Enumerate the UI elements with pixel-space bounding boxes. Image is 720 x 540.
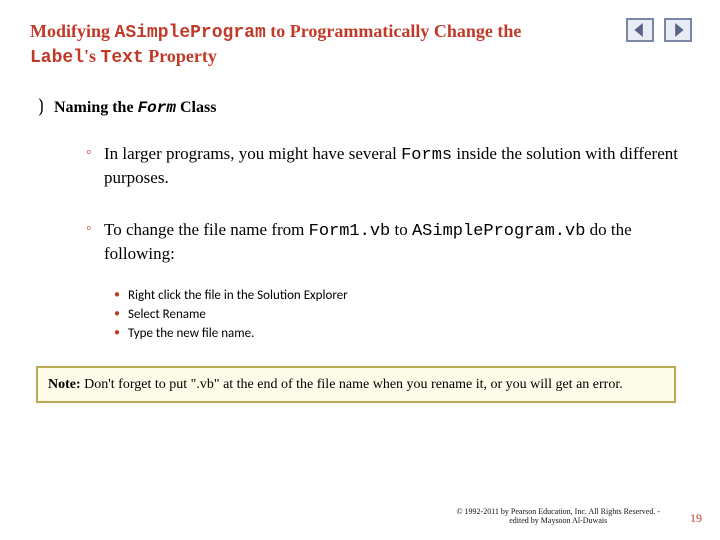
slide: Modifying ASimpleProgram to Programmatic… bbox=[0, 0, 720, 540]
title-text-4: Property bbox=[144, 46, 217, 66]
title-code-2: Label bbox=[30, 48, 84, 68]
li2-f1: Form1.vb bbox=[309, 222, 391, 241]
note-label: Note: bbox=[48, 377, 81, 392]
prev-button[interactable] bbox=[626, 18, 654, 42]
list-item: Select Rename bbox=[114, 306, 690, 325]
title-text-1: Modifying bbox=[30, 21, 115, 41]
title-text-3: 's bbox=[84, 46, 101, 66]
sub-list: In larger programs, you might have sever… bbox=[86, 143, 690, 265]
subhead-suffix: Class bbox=[180, 99, 216, 116]
title-code-3: Text bbox=[101, 48, 144, 68]
copy-line2: edited by Maysoon Al-Duwais bbox=[509, 516, 607, 525]
title-text-2: to Programmatically Change the bbox=[266, 21, 522, 41]
subhead-mono: Form bbox=[138, 99, 176, 117]
title-code-1: ASimpleProgram bbox=[115, 23, 266, 43]
li2-b: to bbox=[390, 220, 412, 239]
footer: © 1992-2011 by Pearson Education, Inc. A… bbox=[18, 507, 702, 526]
arrow-right-icon bbox=[671, 23, 685, 37]
list-item: To change the file name from Form1.vb to… bbox=[86, 219, 690, 265]
steps-list: Right click the file in the Solution Exp… bbox=[114, 287, 690, 344]
list-item: Type the new file name. bbox=[114, 325, 690, 344]
subhead-prefix: Naming the bbox=[54, 99, 138, 116]
bullet-icon: ⟯ bbox=[38, 97, 44, 115]
next-button[interactable] bbox=[664, 18, 692, 42]
li1-forms: Forms bbox=[401, 146, 452, 165]
li2-f2: ASimpleProgram.vb bbox=[412, 222, 585, 241]
subhead-row: ⟯ Naming the Form Class bbox=[38, 97, 690, 117]
subhead-text: Naming the Form Class bbox=[54, 99, 216, 117]
list-item: Right click the file in the Solution Exp… bbox=[114, 287, 690, 306]
page-number: 19 bbox=[690, 511, 702, 526]
nav-arrows bbox=[626, 18, 692, 42]
copyright: © 1992-2011 by Pearson Education, Inc. A… bbox=[456, 507, 660, 526]
arrow-left-icon bbox=[633, 23, 647, 37]
slide-title: Modifying ASimpleProgram to Programmatic… bbox=[30, 20, 550, 69]
note-box: Note: Don't forget to put ".vb" at the e… bbox=[36, 366, 676, 404]
li1-a: In larger programs, you might have sever… bbox=[104, 144, 401, 163]
list-item: In larger programs, you might have sever… bbox=[86, 143, 690, 189]
li2-a: To change the file name from bbox=[104, 220, 309, 239]
copy-line1: © 1992-2011 by Pearson Education, Inc. A… bbox=[456, 507, 660, 516]
note-body: Don't forget to put ".vb" at the end of … bbox=[81, 377, 623, 392]
